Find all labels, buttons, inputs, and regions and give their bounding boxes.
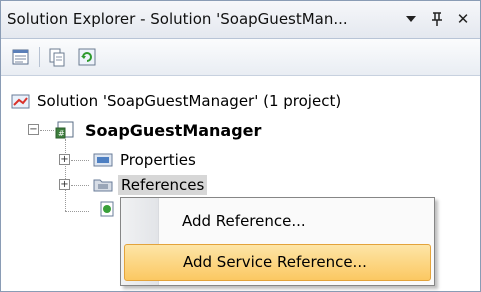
tree-connector <box>71 160 89 161</box>
refresh-icon[interactable] <box>77 47 97 67</box>
tree-item-properties[interactable]: Properties <box>93 148 196 172</box>
chevron-down-icon <box>406 16 416 22</box>
properties-expander[interactable]: + <box>59 154 70 165</box>
window-position-dropdown[interactable] <box>401 9 421 29</box>
menu-item-label: Add Service Reference... <box>183 253 367 271</box>
solution-explorer-panel: Solution Explorer - Solution 'SoapGuestM… <box>0 0 481 292</box>
properties-folder-icon <box>93 153 113 167</box>
tree-item-project[interactable]: # SoapGuestManager <box>55 118 261 142</box>
tree-connector <box>65 211 89 212</box>
references-expander[interactable]: + <box>59 179 70 190</box>
service-file-icon <box>100 201 114 217</box>
properties-label: Properties <box>120 151 196 169</box>
project-expander[interactable]: − <box>28 124 39 135</box>
menu-item-label: Add Reference... <box>182 212 306 230</box>
menu-item-add-service-reference[interactable]: Add Service Reference... <box>124 244 431 281</box>
references-folder-icon <box>93 179 113 192</box>
tree-connector <box>65 139 66 211</box>
tree-connector <box>40 130 54 131</box>
tree-connector <box>71 185 89 186</box>
project-label: SoapGuestManager <box>85 120 262 140</box>
solution-icon <box>11 94 30 109</box>
toolbar-separator <box>39 47 40 67</box>
solution-label: Solution 'SoapGuestManager' (1 project) <box>37 92 342 110</box>
properties-icon[interactable] <box>11 47 31 67</box>
close-icon: ✕ <box>456 10 470 28</box>
csharp-project-icon: # <box>55 121 74 139</box>
svg-text:#: # <box>58 129 65 138</box>
auto-hide-pin-button[interactable] <box>427 9 447 29</box>
menu-item-add-reference[interactable]: Add Reference... <box>124 204 431 241</box>
pin-icon <box>432 12 442 26</box>
references-label: References <box>118 175 208 195</box>
window-title: Solution Explorer - Solution 'SoapGuestM… <box>7 10 348 28</box>
tree-item-solution[interactable]: Solution 'SoapGuestManager' (1 project) <box>11 89 341 113</box>
show-all-files-icon[interactable] <box>47 47 67 67</box>
close-button[interactable]: ✕ <box>453 9 473 29</box>
title-bar: Solution Explorer - Solution 'SoapGuestM… <box>1 1 480 39</box>
toolbar <box>1 39 480 76</box>
context-menu: Add Reference... Add Service Reference..… <box>120 197 435 286</box>
tree-item-references[interactable]: References <box>93 173 208 197</box>
